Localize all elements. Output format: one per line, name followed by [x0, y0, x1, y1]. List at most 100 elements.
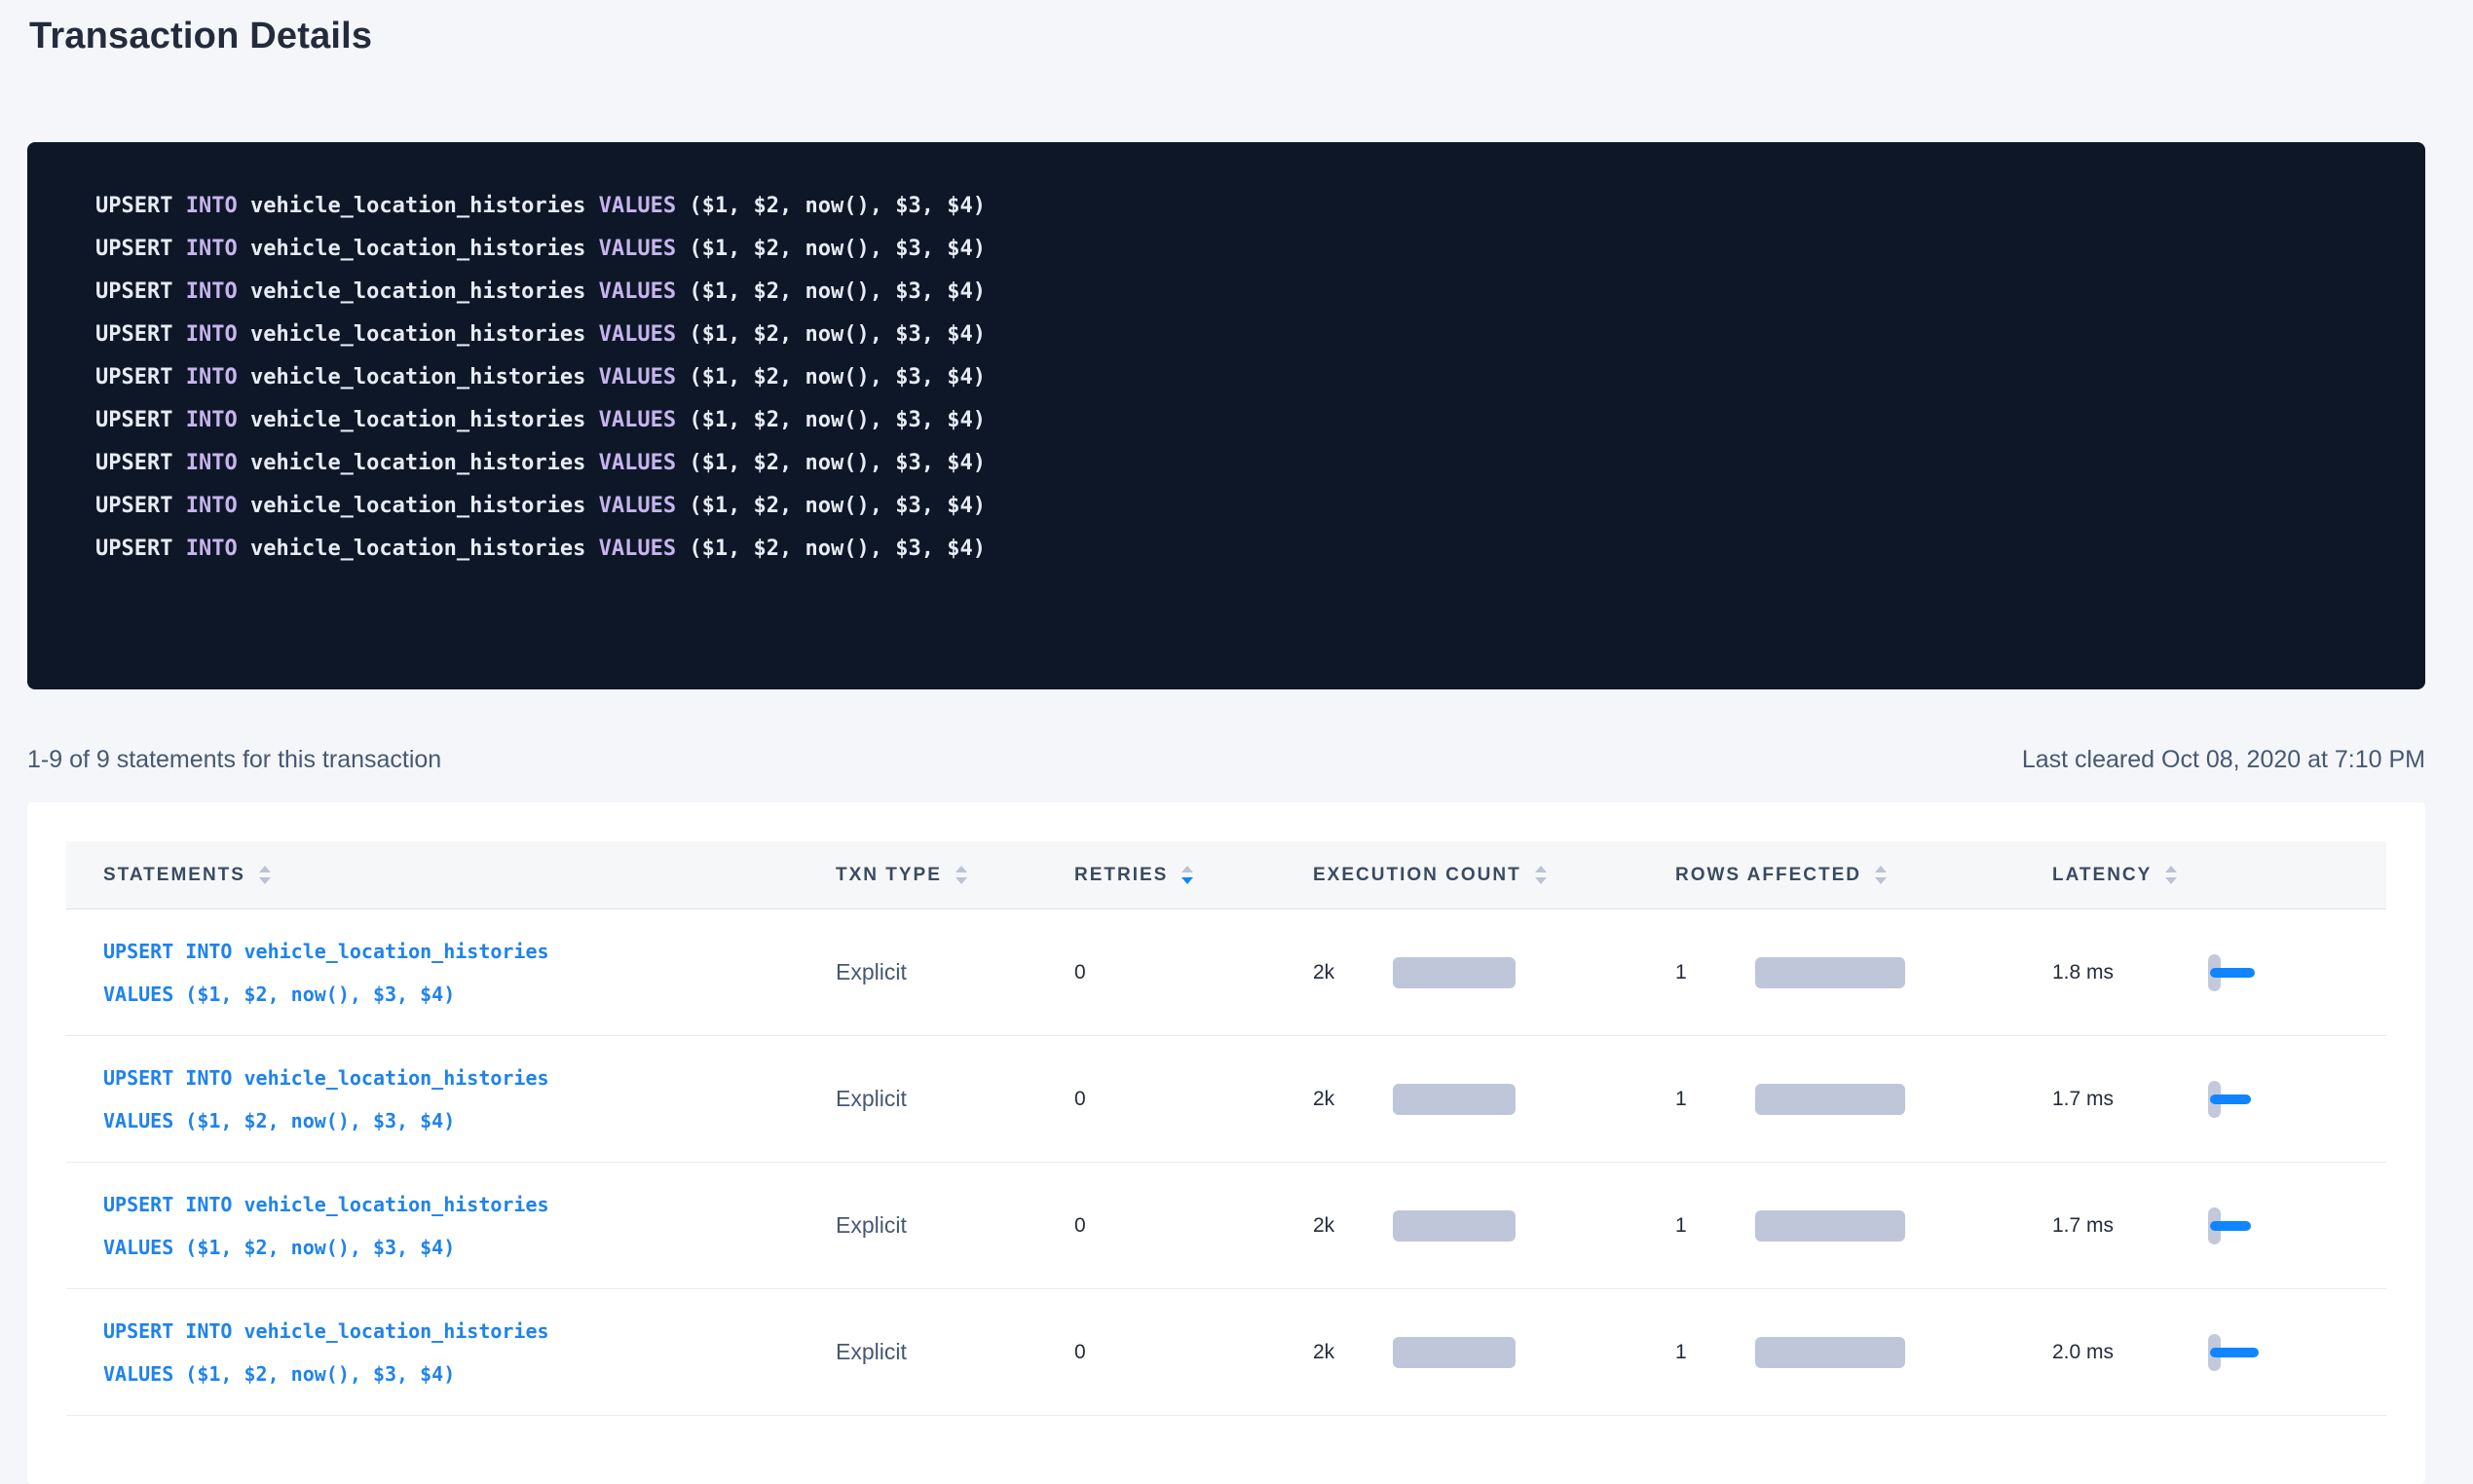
rows-affected-value: 1 — [1675, 1088, 1732, 1111]
latency-bar — [2210, 1094, 2251, 1104]
sql-keyword-upsert: UPSERT — [95, 279, 172, 304]
rows-affected-bar — [1755, 1084, 1905, 1115]
last-cleared-label: Last cleared Oct 08, 2020 at 7:10 PM — [2022, 744, 2425, 775]
sort-down-icon — [1875, 877, 1887, 884]
execution-count-cell: 2k — [1313, 1163, 1675, 1288]
sql-keyword-into: INTO — [186, 537, 238, 561]
column-header-label: ROWS AFFECTED — [1675, 865, 1861, 886]
sort-arrows-icon[interactable] — [259, 866, 271, 884]
retries-cell: 0 — [1074, 1289, 1313, 1415]
execution-count-bar — [1393, 1210, 1516, 1242]
sort-arrows-icon[interactable] — [1875, 866, 1887, 884]
column-header-label: STATEMENTS — [103, 865, 245, 886]
execution-count-bar — [1393, 1084, 1516, 1115]
statement-link[interactable]: UPSERT INTO vehicle_location_histories V… — [103, 1057, 549, 1142]
statement-link[interactable]: UPSERT INTO vehicle_location_histories V… — [103, 1183, 549, 1269]
rows-affected-bar — [1755, 1337, 1905, 1368]
sql-keyword-upsert: UPSERT — [95, 537, 172, 561]
txn-type-cell: Explicit — [836, 1036, 1074, 1162]
sql-keyword-upsert: UPSERT — [95, 365, 172, 390]
column-header[interactable]: EXECUTION COUNT — [1313, 841, 1675, 909]
sql-keyword-values: VALUES — [599, 194, 676, 218]
sql-keyword-into: INTO — [186, 237, 238, 261]
sql-table-name: vehicle_location_histories — [250, 451, 585, 475]
latency-value: 2.0 ms — [2052, 1341, 2159, 1364]
sort-down-icon — [259, 877, 271, 884]
column-header-label: EXECUTION COUNT — [1313, 865, 1521, 886]
statement-link-line2: VALUES ($1, $2, now(), $3, $4) — [103, 973, 549, 1016]
sort-up-icon — [1535, 866, 1547, 872]
execution-count-value: 2k — [1313, 1088, 1369, 1111]
table-row: UPSERT INTO vehicle_location_histories V… — [66, 909, 2386, 1036]
statements-table-card: STATEMENTS TXN TYPE RETRIES EXECUTION CO… — [27, 802, 2425, 1484]
table-row: UPSERT INTO vehicle_location_histories V… — [66, 1163, 2386, 1289]
sql-statement-line: UPSERT INTO vehicle_location_histories V… — [95, 528, 2386, 571]
sql-keyword-into: INTO — [186, 408, 238, 432]
sql-keyword-into: INTO — [186, 451, 238, 475]
sql-args: ($1, $2, now(), $3, $4) — [689, 537, 986, 561]
execution-count-cell: 2k — [1313, 1036, 1675, 1162]
sql-keyword-upsert: UPSERT — [95, 194, 172, 218]
statement-link-line2: VALUES ($1, $2, now(), $3, $4) — [103, 1353, 549, 1395]
latency-bar-chart — [2208, 1333, 2270, 1372]
rows-affected-cell: 1 — [1675, 1163, 2041, 1288]
execution-count-bar — [1393, 957, 1516, 988]
sort-up-icon — [1181, 866, 1193, 872]
sql-table-name: vehicle_location_histories — [250, 408, 585, 432]
rows-affected-value: 1 — [1675, 961, 1732, 984]
sql-statement-line: UPSERT INTO vehicle_location_histories V… — [95, 356, 2386, 399]
sql-keyword-into: INTO — [186, 365, 238, 390]
statement-cell: UPSERT INTO vehicle_location_histories V… — [66, 1036, 836, 1162]
sql-keyword-values: VALUES — [599, 451, 676, 475]
latency-bar-chart — [2208, 953, 2270, 992]
latency-bar — [2210, 1348, 2259, 1357]
column-header[interactable]: TXN TYPE — [836, 841, 1074, 909]
sql-args: ($1, $2, now(), $3, $4) — [689, 494, 986, 518]
sort-arrows-icon[interactable] — [2165, 866, 2177, 884]
column-header[interactable]: RETRIES — [1074, 841, 1313, 909]
sql-args: ($1, $2, now(), $3, $4) — [689, 279, 986, 304]
statement-link-line2: VALUES ($1, $2, now(), $3, $4) — [103, 1226, 549, 1269]
execution-count-cell: 2k — [1313, 1289, 1675, 1415]
sql-keyword-upsert: UPSERT — [95, 237, 172, 261]
sql-keyword-upsert: UPSERT — [95, 408, 172, 432]
retries-cell: 0 — [1074, 1036, 1313, 1162]
sort-up-icon — [955, 866, 967, 872]
column-header[interactable]: STATEMENTS — [66, 841, 836, 909]
sql-keyword-into: INTO — [186, 322, 238, 347]
table-summary-row: 1-9 of 9 statements for this transaction… — [27, 744, 2425, 775]
sql-statement-line: UPSERT INTO vehicle_location_histories V… — [95, 485, 2386, 528]
table-row: UPSERT INTO vehicle_location_histories V… — [66, 1036, 2386, 1163]
sql-args: ($1, $2, now(), $3, $4) — [689, 322, 986, 347]
sql-statement-line: UPSERT INTO vehicle_location_histories V… — [95, 442, 2386, 485]
execution-count-bar — [1393, 1337, 1516, 1368]
sort-down-icon — [1535, 877, 1547, 884]
sql-keyword-values: VALUES — [599, 322, 676, 347]
sql-keyword-into: INTO — [186, 279, 238, 304]
statements-count-label: 1-9 of 9 statements for this transaction — [27, 744, 441, 775]
latency-cell: 1.7 ms — [2041, 1036, 2386, 1162]
sql-table-name: vehicle_location_histories — [250, 279, 585, 304]
transaction-details-page: Transaction Details UPSERT INTO vehicle_… — [0, 14, 2473, 1484]
column-header[interactable]: ROWS AFFECTED — [1675, 841, 2041, 909]
sql-table-name: vehicle_location_histories — [250, 194, 585, 218]
sort-down-icon — [955, 877, 967, 884]
sort-arrows-icon[interactable] — [1535, 866, 1547, 884]
statement-cell: UPSERT INTO vehicle_location_histories V… — [66, 1163, 836, 1288]
sort-arrows-icon[interactable] — [955, 866, 967, 884]
sql-keyword-upsert: UPSERT — [95, 322, 172, 347]
latency-bar — [2210, 1221, 2251, 1231]
latency-bar-chart — [2208, 1206, 2270, 1245]
rows-affected-cell: 1 — [1675, 909, 2041, 1035]
execution-count-value: 2k — [1313, 961, 1369, 984]
statement-link[interactable]: UPSERT INTO vehicle_location_histories V… — [103, 1310, 549, 1395]
statement-link[interactable]: UPSERT INTO vehicle_location_histories V… — [103, 930, 549, 1016]
column-header[interactable]: LATENCY — [2041, 841, 2386, 909]
column-header-label: TXN TYPE — [836, 865, 942, 886]
sql-statement-line: UPSERT INTO vehicle_location_histories V… — [95, 185, 2386, 228]
latency-bar — [2210, 968, 2255, 978]
sql-args: ($1, $2, now(), $3, $4) — [689, 365, 986, 390]
latency-value: 1.7 ms — [2052, 1088, 2159, 1111]
sort-arrows-icon[interactable] — [1181, 866, 1193, 884]
latency-value: 1.8 ms — [2052, 961, 2159, 984]
